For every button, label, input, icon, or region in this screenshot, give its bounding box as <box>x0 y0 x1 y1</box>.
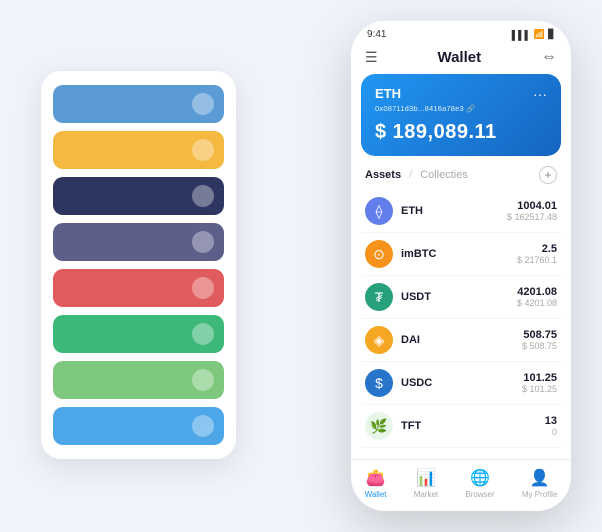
asset-amounts: 1004.01$ 162517.48 <box>507 200 557 222</box>
asset-icon: ⊙ <box>365 240 393 268</box>
card-item[interactable] <box>53 223 224 261</box>
eth-card-menu[interactable]: ··· <box>533 86 547 102</box>
nav-item-browser[interactable]: 🌐 Browser <box>465 468 494 499</box>
expand-icon[interactable]: ⇔ <box>541 48 557 66</box>
card-item[interactable] <box>53 407 224 445</box>
asset-name: USDT <box>401 291 517 303</box>
signal-icon: ▌▌▌ <box>512 30 531 40</box>
card-dot <box>192 231 214 253</box>
phone-mockup: 9:41 ▌▌▌ 📶 ▊ ☰ Wallet ⇔ ETH ··· 0x08711d… <box>351 21 571 511</box>
nav-label: Browser <box>465 490 494 499</box>
asset-icon: ⟠ <box>365 197 393 225</box>
asset-balance: 13 <box>545 415 557 427</box>
eth-card-balance: $ 189,089.11 <box>375 121 547 144</box>
asset-amounts: 130 <box>545 415 557 437</box>
add-asset-button[interactable]: + <box>539 166 557 184</box>
nav-icon: 📊 <box>416 468 436 488</box>
time-display: 9:41 <box>367 29 386 40</box>
asset-amounts: 4201.08$ 4201.08 <box>517 286 557 308</box>
asset-list: ⟠ ETH1004.01$ 162517.48 ⊙ imBTC2.5$ 21760.1… <box>351 190 571 459</box>
card-item[interactable] <box>53 315 224 353</box>
asset-usd: $ 21760.1 <box>517 255 557 265</box>
nav-icon: 👤 <box>530 468 550 488</box>
asset-row[interactable]: ⟠ ETH1004.01$ 162517.48 <box>361 190 561 233</box>
eth-wallet-card[interactable]: ETH ··· 0x08711d3b...8416a78e3 🔗 $ 189,0… <box>361 74 561 156</box>
assets-header: Assets / Collecties + <box>351 166 571 190</box>
asset-usd: $ 101.25 <box>522 384 557 394</box>
asset-row[interactable]: ⊙ imBTC2.5$ 21760.1 <box>361 233 561 276</box>
tab-separator: / <box>409 169 412 181</box>
asset-balance: 1004.01 <box>507 200 557 212</box>
asset-icon: $ <box>365 369 393 397</box>
asset-usd: $ 4201.08 <box>517 298 557 308</box>
asset-name: ETH <box>401 205 507 217</box>
card-dot <box>192 323 214 345</box>
asset-usd: $ 162517.48 <box>507 212 557 222</box>
nav-item-my-profile[interactable]: 👤 My Profile <box>522 468 558 499</box>
menu-icon[interactable]: ☰ <box>365 49 378 66</box>
asset-row[interactable]: 🌿 TFT130 <box>361 405 561 448</box>
card-dot <box>192 93 214 115</box>
asset-usd: 0 <box>545 427 557 437</box>
tab-collecties[interactable]: Collecties <box>420 169 468 181</box>
asset-amounts: 101.25$ 101.25 <box>522 372 557 394</box>
asset-row[interactable]: ₮ USDT4201.08$ 4201.08 <box>361 276 561 319</box>
phone-header: ☰ Wallet ⇔ <box>351 44 571 74</box>
status-bar: 9:41 ▌▌▌ 📶 ▊ <box>351 21 571 44</box>
card-dot <box>192 369 214 391</box>
asset-balance: 101.25 <box>522 372 557 384</box>
card-item[interactable] <box>53 177 224 215</box>
nav-label: My Profile <box>522 490 558 499</box>
nav-item-wallet[interactable]: 👛 Wallet <box>365 468 387 499</box>
tab-assets[interactable]: Assets <box>365 169 401 181</box>
card-dot <box>192 277 214 299</box>
nav-icon: 👛 <box>366 468 386 488</box>
asset-icon: 🌿 <box>365 412 393 440</box>
assets-tabs: Assets / Collecties <box>365 169 468 181</box>
asset-row[interactable]: $ USDC101.25$ 101.25 <box>361 362 561 405</box>
asset-icon: ₮ <box>365 283 393 311</box>
eth-card-address: 0x08711d3b...8416a78e3 🔗 <box>375 104 547 113</box>
asset-name: DAI <box>401 334 522 346</box>
asset-usd: $ 508.75 <box>522 341 557 351</box>
asset-icon: ◈ <box>365 326 393 354</box>
asset-name: TFT <box>401 420 545 432</box>
asset-row[interactable]: ◈ DAI508.75$ 508.75 <box>361 319 561 362</box>
status-icons: ▌▌▌ 📶 ▊ <box>512 29 555 40</box>
header-title: Wallet <box>437 49 481 66</box>
asset-balance: 508.75 <box>522 329 557 341</box>
card-item[interactable] <box>53 131 224 169</box>
card-item[interactable] <box>53 269 224 307</box>
card-dot <box>192 139 214 161</box>
nav-label: Wallet <box>365 490 387 499</box>
battery-icon: ▊ <box>548 29 555 40</box>
card-item[interactable] <box>53 361 224 399</box>
wifi-icon: 📶 <box>534 29 545 40</box>
card-dot <box>192 415 214 437</box>
scene: 9:41 ▌▌▌ 📶 ▊ ☰ Wallet ⇔ ETH ··· 0x08711d… <box>11 11 591 521</box>
nav-item-market[interactable]: 📊 Market <box>414 468 438 499</box>
asset-balance: 2.5 <box>517 243 557 255</box>
card-item[interactable] <box>53 85 224 123</box>
asset-name: USDC <box>401 377 522 389</box>
eth-card-coin: ETH <box>375 86 401 101</box>
asset-amounts: 2.5$ 21760.1 <box>517 243 557 265</box>
card-dot <box>192 185 214 207</box>
bottom-nav: 👛 Wallet 📊 Market 🌐 Browser 👤 My Profile <box>351 459 571 511</box>
nav-label: Market <box>414 490 438 499</box>
asset-balance: 4201.08 <box>517 286 557 298</box>
card-stack <box>41 71 236 459</box>
nav-icon: 🌐 <box>470 468 490 488</box>
asset-name: imBTC <box>401 248 517 260</box>
asset-amounts: 508.75$ 508.75 <box>522 329 557 351</box>
